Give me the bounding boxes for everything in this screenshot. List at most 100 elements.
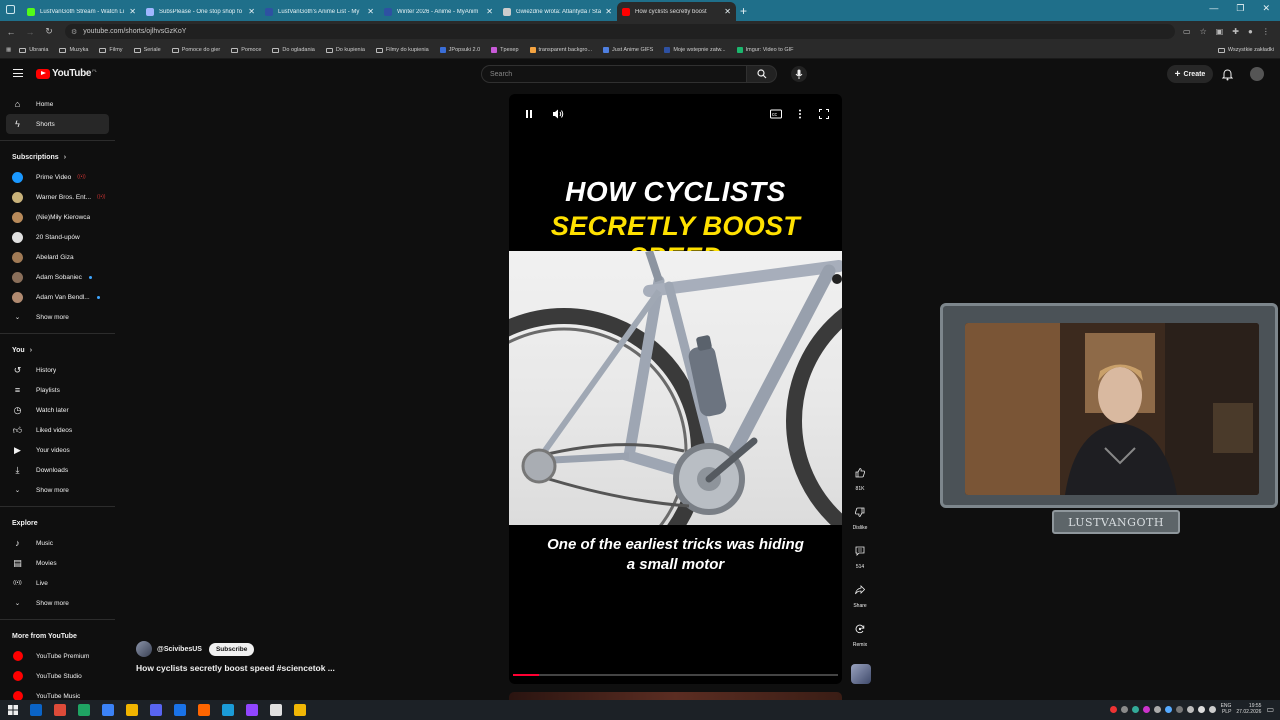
browser-tab[interactable]: SubsPlease - One stop shop fo ✕: [141, 2, 260, 21]
sidebar-item[interactable]: ≡ Playlists: [0, 380, 115, 400]
bookmark-item[interactable]: Imgur: Video to GIF: [736, 47, 794, 53]
menu-kebab-icon[interactable]: ⋮: [1262, 27, 1270, 36]
subscription-item[interactable]: Adam Van Bendl...: [0, 287, 115, 307]
bookmark-item[interactable]: Ubrania: [19, 47, 48, 53]
tray-app-icon[interactable]: [1164, 705, 1172, 713]
notifications-bell-icon[interactable]: [1221, 68, 1234, 86]
tray-app-icon[interactable]: [1109, 705, 1117, 713]
search-input[interactable]: Search: [481, 65, 747, 83]
voice-search-button[interactable]: [791, 66, 807, 82]
sidebar-item[interactable]: 👍︎ Liked videos: [0, 420, 115, 440]
subscriptions-header[interactable]: Subscriptions ›: [0, 147, 115, 167]
channel-avatar[interactable]: [136, 641, 152, 657]
extensions-puzzle-icon[interactable]: ✚: [1232, 27, 1239, 36]
profile-icon[interactable]: ●: [1248, 27, 1253, 36]
cast-icon[interactable]: ▭: [1183, 27, 1191, 36]
bookmark-item[interactable]: Just Anime GIFS: [603, 47, 653, 53]
taskbar-app-icon[interactable]: [174, 704, 186, 716]
apps-icon[interactable]: ▦: [6, 47, 11, 53]
taskbar-app-icon[interactable]: [222, 704, 234, 716]
bookmark-item[interactable]: Pomoce do gier: [171, 47, 220, 53]
volume-icon[interactable]: [552, 106, 564, 124]
browser-tab[interactable]: LustVanGoth's Anime List - My ✕: [260, 2, 379, 21]
bookmark-item[interactable]: Filmy do kupienia: [375, 47, 429, 53]
fullscreen-icon[interactable]: [819, 106, 829, 124]
browser-tab[interactable]: LustVanGoth Stream - Watch Li ✕: [22, 2, 141, 21]
captions-icon[interactable]: cc: [770, 106, 782, 124]
you-header[interactable]: You ›: [0, 340, 115, 360]
account-avatar[interactable]: [1250, 67, 1264, 81]
extension-icon[interactable]: ▣: [1216, 27, 1224, 36]
taskbar-app-icon[interactable]: [78, 704, 90, 716]
you-show-more[interactable]: ⌄ Show more: [0, 480, 115, 500]
windows-start-icon[interactable]: [8, 705, 18, 715]
search-button[interactable]: [747, 65, 777, 83]
sidebar-item[interactable]: ⤓ Downloads: [0, 460, 115, 480]
subscribe-button[interactable]: Subscribe: [208, 642, 255, 656]
taskbar-app-icon[interactable]: [150, 704, 162, 716]
minimize-icon[interactable]: —: [1209, 3, 1218, 14]
language-indicator[interactable]: ENG PLP: [1221, 703, 1232, 715]
taskbar-app-icon[interactable]: [30, 704, 42, 716]
tab-close-icon[interactable]: ✕: [367, 7, 374, 16]
sidebar-item[interactable]: ⌂ Home: [0, 94, 115, 114]
share-button[interactable]: Share: [849, 580, 871, 609]
taskbar-app-icon[interactable]: [294, 704, 306, 716]
tab-close-icon[interactable]: ✕: [129, 7, 136, 16]
next-short-preview[interactable]: [509, 692, 842, 700]
bookmark-item[interactable]: Filmy: [99, 47, 123, 53]
sidebar-item[interactable]: ϟ Shorts: [6, 114, 109, 134]
tab-close-icon[interactable]: ✕: [248, 7, 255, 16]
reload-icon[interactable]: ↻: [41, 26, 57, 37]
tab-close-icon[interactable]: ✕: [724, 7, 731, 16]
more-from-youtube-item[interactable]: YouTube Studio: [0, 666, 115, 686]
video-description[interactable]: How cyclists secretly boost speed #scien…: [136, 663, 335, 673]
tray-app-icon[interactable]: [1120, 705, 1128, 713]
bookmark-star-icon[interactable]: ☆: [1200, 27, 1207, 36]
network-tray-icon[interactable]: [1208, 705, 1216, 713]
comments-button[interactable]: 514: [849, 541, 871, 570]
video-progress-bar[interactable]: [513, 674, 838, 676]
taskbar-app-icon[interactable]: [246, 704, 258, 716]
browser-tab[interactable]: Gwiezdne wrota: Atlantyda / Sta ✕: [498, 2, 617, 21]
subscription-item[interactable]: Abelard Giza: [0, 247, 115, 267]
bookmark-item[interactable]: Tpexep: [491, 47, 519, 53]
bookmark-item[interactable]: Pomoce: [231, 47, 261, 53]
tray-app-icon[interactable]: [1142, 705, 1150, 713]
bookmark-item[interactable]: JPopsuki 2.0: [439, 47, 480, 53]
explore-show-more[interactable]: ⌄ Show more: [0, 593, 115, 613]
taskbar-app-icon[interactable]: [198, 704, 210, 716]
bookmark-item[interactable]: Seriale: [133, 47, 161, 53]
like-button[interactable]: 81K: [849, 463, 871, 492]
subscription-item[interactable]: Warner Bros. Ent... ((•)): [0, 187, 115, 207]
subscription-item[interactable]: Adam Sobaniec: [0, 267, 115, 287]
url-input[interactable]: ⚙ youtube.com/shorts/ojlhvsGzKoY: [65, 24, 1175, 39]
clock[interactable]: 19:55 27.02.2026: [1236, 703, 1261, 715]
create-button[interactable]: + Create: [1167, 65, 1213, 83]
bookmark-item[interactable]: Moje wstepnie zatw...: [664, 47, 726, 53]
remix-button[interactable]: Remix: [849, 619, 871, 648]
notification-center-icon[interactable]: ▭: [1266, 705, 1274, 714]
sidebar-item[interactable]: ▤ Movies: [0, 553, 115, 573]
taskbar-app-icon[interactable]: [54, 704, 66, 716]
subscriptions-show-more[interactable]: ⌄ Show more: [0, 307, 115, 327]
tray-app-icon[interactable]: [1153, 705, 1161, 713]
youtube-logo[interactable]: YouTube PL: [36, 68, 97, 79]
taskbar-app-icon[interactable]: [270, 704, 282, 716]
all-bookmarks[interactable]: Wszystkie zakładki: [1217, 47, 1274, 53]
tray-app-icon[interactable]: [1175, 705, 1183, 713]
subscription-item[interactable]: 20 Stand-upów: [0, 227, 115, 247]
sidebar-item[interactable]: ((•)) Live: [0, 573, 115, 593]
bookmark-item[interactable]: Do kupienia: [325, 47, 365, 53]
dislike-button[interactable]: Dislike: [849, 502, 871, 531]
shorts-video-player[interactable]: cc HOW CYCLISTS SECRETLY BOOST SPEED: [509, 94, 842, 684]
more-from-youtube-item[interactable]: YouTube Premium: [0, 646, 115, 666]
back-icon[interactable]: ←: [3, 27, 19, 37]
bookmark-item[interactable]: Muzyka: [59, 47, 88, 53]
more-options-icon[interactable]: [798, 106, 802, 124]
forward-icon[interactable]: →: [22, 27, 38, 37]
channel-handle[interactable]: @ScivibesUS: [157, 646, 202, 653]
browser-tab[interactable]: How cyclists secretly boost ✕: [617, 2, 736, 21]
subscription-item[interactable]: Prime Video ((•)): [0, 167, 115, 187]
subscription-item[interactable]: (Nie)Miły Kierowca: [0, 207, 115, 227]
